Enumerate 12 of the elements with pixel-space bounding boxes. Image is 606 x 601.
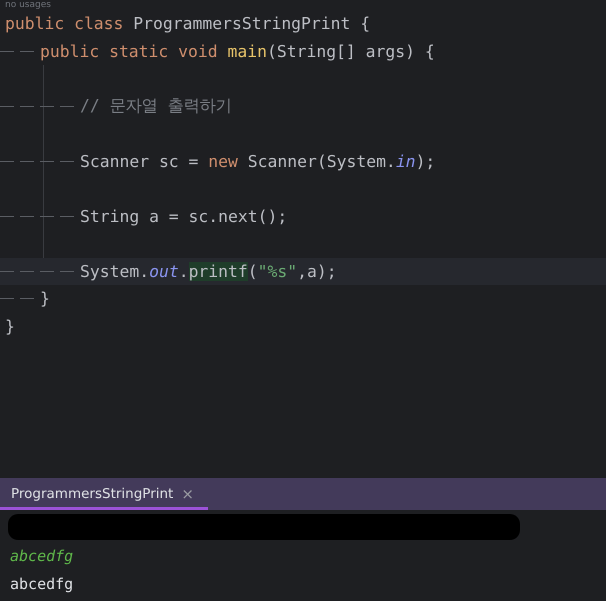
code-text: // 문자열 출력하기 bbox=[80, 95, 232, 118]
code-text: System.out.printf("%s",a); bbox=[80, 262, 337, 281]
code-text: String a = sc.next(); bbox=[80, 206, 288, 226]
code-text: } bbox=[5, 316, 15, 336]
code-text: Scanner sc = new Scanner(System.in); bbox=[80, 152, 436, 171]
code-text: public class ProgrammersStringPrint { bbox=[5, 14, 370, 34]
console-output-text: abcedfg bbox=[9, 574, 74, 595]
usage-hint: no usages bbox=[4, 0, 51, 10]
code-text: } bbox=[40, 289, 50, 308]
code-text: public static void main(String[] args) { bbox=[40, 42, 435, 61]
console-input-text: abcedfg bbox=[9, 546, 74, 567]
close-icon[interactable]: × bbox=[181, 485, 194, 503]
